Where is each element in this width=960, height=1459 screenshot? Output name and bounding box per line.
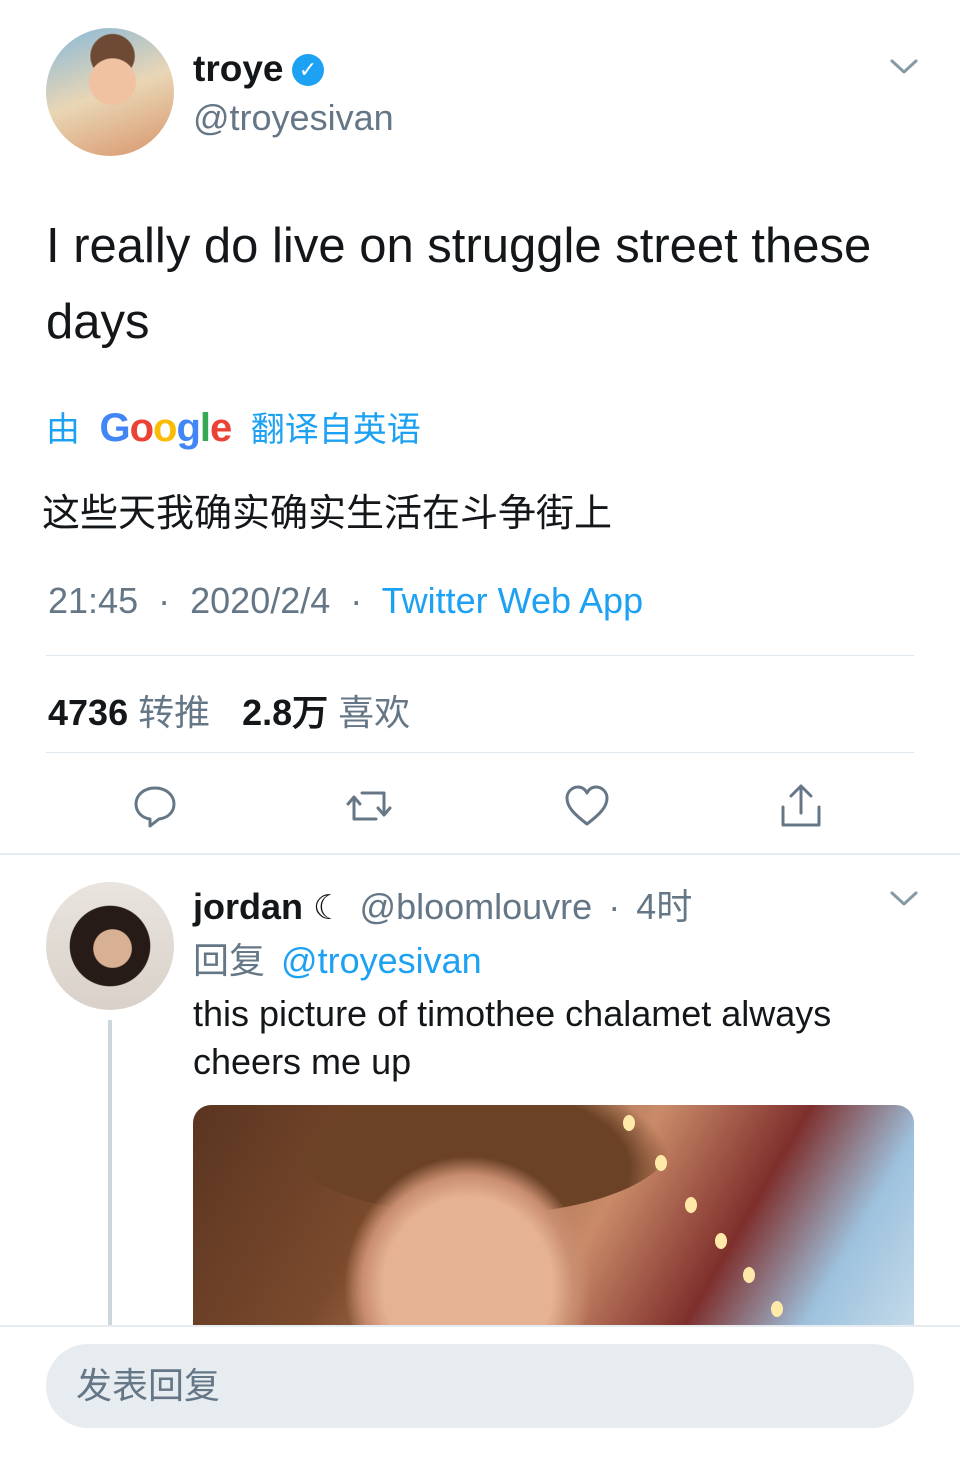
tweet-time: 21:45: [48, 580, 139, 621]
tweet-text: I really do live on struggle street thes…: [46, 219, 872, 349]
reply-media-image[interactable]: [193, 1105, 914, 1345]
retweet-icon[interactable]: [346, 783, 392, 829]
tweet-date: 2020/2/4: [190, 580, 331, 621]
tweet-meta: 21:45 · 2020/2/4 · Twitter Web App: [48, 580, 643, 622]
thread-line: [108, 1020, 112, 1330]
reply-separator: ·: [608, 886, 621, 927]
meta-separator: ·: [350, 580, 363, 621]
verified-badge-icon: ✓: [292, 54, 324, 86]
replying-to-handle[interactable]: @troyesivan: [281, 940, 482, 981]
reply-time: 4时: [636, 886, 693, 927]
replying-prefix: 回复: [193, 940, 266, 981]
translation-prefix: 由: [46, 411, 80, 449]
reply-author-handle[interactable]: @bloomlouvre: [360, 886, 593, 927]
meta-separator: ·: [158, 580, 171, 621]
divider: [46, 752, 914, 753]
replying-to: 回复 @troyesivan: [193, 932, 482, 984]
chevron-down-icon[interactable]: [889, 58, 919, 76]
translated-text: 这些天我确实确实生活在斗争街上: [42, 493, 613, 535]
like-icon[interactable]: [564, 783, 610, 829]
tweet-author-handle[interactable]: @troyesivan: [193, 97, 394, 139]
chevron-down-icon[interactable]: [889, 890, 919, 908]
tweet-source-link[interactable]: Twitter Web App: [382, 580, 643, 621]
troye-avatar[interactable]: [46, 28, 174, 156]
jordan-avatar[interactable]: [46, 882, 174, 1010]
divider: [46, 655, 914, 656]
google-logo: Google: [99, 406, 232, 450]
tweet-stats: 4736 转推 2.8万 喜欢: [48, 684, 432, 736]
retweets-count[interactable]: 4736: [48, 692, 128, 733]
translation-attribution[interactable]: 由 Google 翻译自英语: [46, 402, 421, 451]
reply-author-name[interactable]: jordan: [193, 886, 303, 927]
divider: [0, 853, 960, 855]
tweet-author-name[interactable]: troye: [193, 48, 283, 90]
reply-icon[interactable]: [132, 783, 178, 829]
reply-text: this picture of timothee chalamet always…: [193, 993, 832, 1082]
likes-label[interactable]: 喜欢: [338, 692, 410, 733]
moon-icon: ☾: [313, 889, 344, 927]
retweets-label[interactable]: 转推: [138, 692, 210, 733]
likes-count[interactable]: 2.8万: [242, 692, 328, 733]
media-lights: [613, 1105, 813, 1345]
translation-suffix: 翻译自英语: [250, 411, 421, 449]
reply-header: jordan ☾ @bloomlouvre · 4时: [193, 878, 692, 930]
reply-input[interactable]: 发表回复: [46, 1344, 914, 1428]
share-icon[interactable]: [778, 783, 824, 829]
media-face-shape: [343, 1155, 593, 1345]
